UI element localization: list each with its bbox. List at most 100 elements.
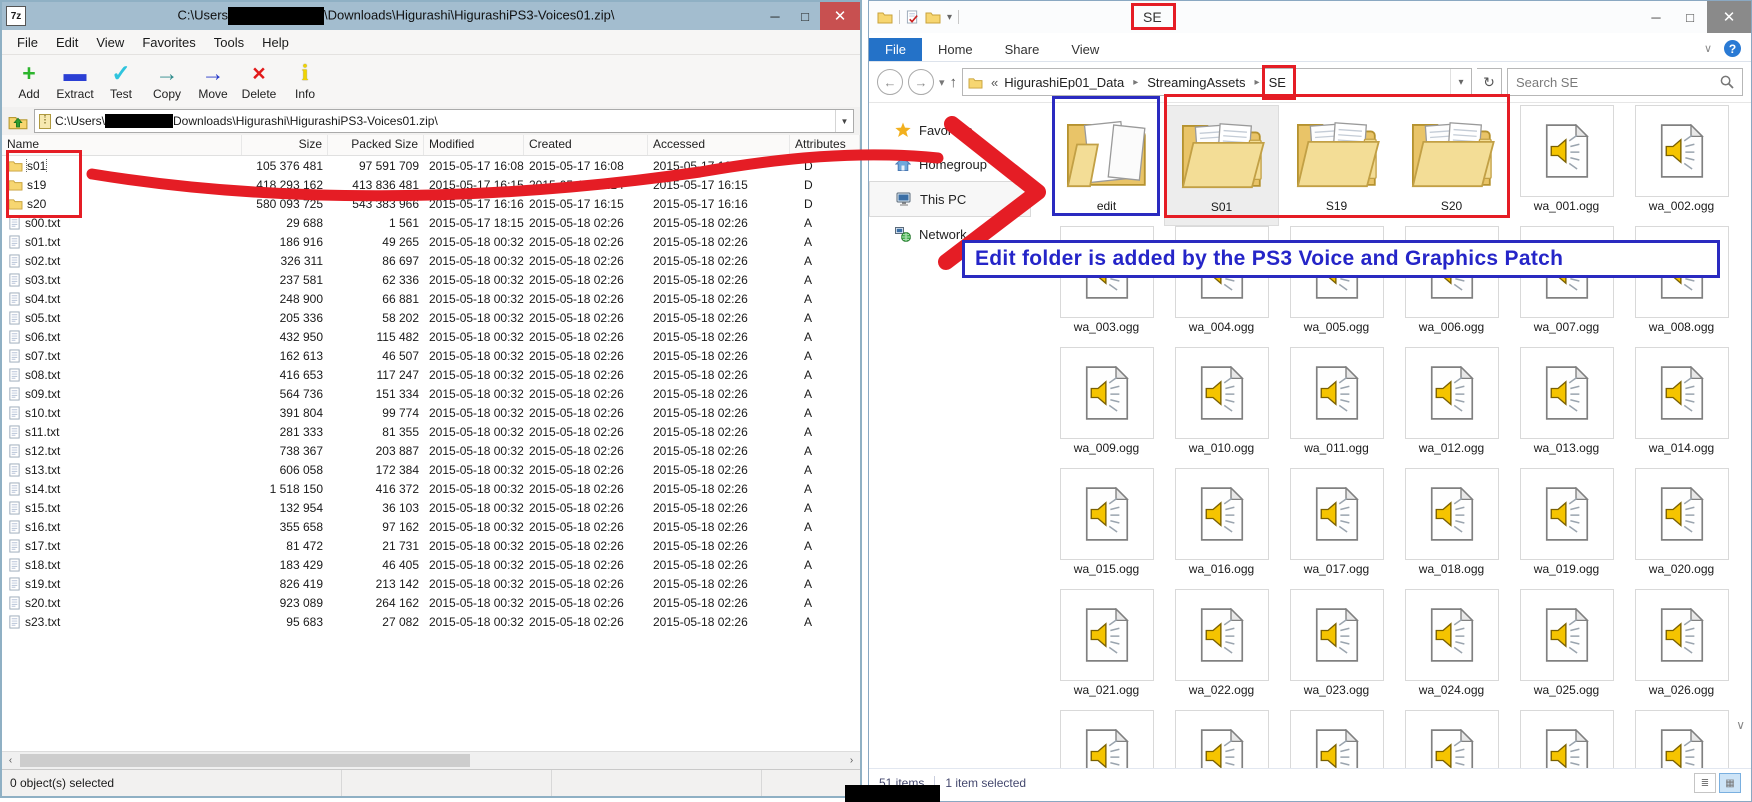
qat-dropdown-icon[interactable]: ▾ bbox=[947, 12, 952, 23]
file-item[interactable]: wa_023.ogg bbox=[1279, 589, 1394, 710]
menu-item[interactable]: Favorites bbox=[133, 35, 204, 50]
sidebar-item[interactable]: Homegroup bbox=[869, 147, 1039, 181]
address-combobox[interactable]: C:\Users\Downloads\Higurashi\HigurashiPS… bbox=[34, 109, 854, 133]
table-row[interactable]: s06.txt 432 950 115 482 2015-05-18 00:32… bbox=[2, 327, 860, 346]
table-row[interactable]: s08.txt 416 653 117 247 2015-05-18 00:32… bbox=[2, 365, 860, 384]
back-button[interactable]: ← bbox=[877, 69, 903, 95]
column-header-created[interactable]: Created bbox=[524, 135, 648, 155]
icons-view-button[interactable]: ▦ bbox=[1719, 773, 1741, 793]
folder-icon[interactable] bbox=[877, 10, 893, 24]
table-row[interactable]: s01 105 376 481 97 591 709 2015-05-17 16… bbox=[2, 156, 860, 175]
breadcrumb-item[interactable]: SE bbox=[1267, 75, 1288, 90]
explorer-titlebar[interactable]: ▾ SE ─ □ ✕ bbox=[869, 1, 1751, 33]
maximize-button[interactable]: □ bbox=[790, 2, 820, 30]
file-item[interactable]: wa_017.ogg bbox=[1279, 468, 1394, 589]
menu-item[interactable]: Tools bbox=[205, 35, 253, 50]
menu-item[interactable]: View bbox=[87, 35, 133, 50]
file-item[interactable] bbox=[1279, 710, 1394, 768]
table-row[interactable]: s14.txt 1 518 150 416 372 2015-05-18 00:… bbox=[2, 479, 860, 498]
file-item[interactable] bbox=[1049, 710, 1164, 768]
file-item[interactable]: wa_009.ogg bbox=[1049, 347, 1164, 468]
column-header-attributes[interactable]: Attributes bbox=[790, 135, 860, 155]
forward-button[interactable]: → bbox=[908, 69, 934, 95]
minimize-button[interactable]: ─ bbox=[760, 2, 790, 30]
sevenzip-titlebar[interactable]: 7z C:\Users\Downloads\Higurashi\Higurash… bbox=[2, 2, 860, 30]
file-item[interactable]: wa_021.ogg bbox=[1049, 589, 1164, 710]
table-row[interactable]: s00.txt 29 688 1 561 2015-05-17 18:15 20… bbox=[2, 213, 860, 232]
table-row[interactable]: s01.txt 186 916 49 265 2015-05-18 00:32 … bbox=[2, 232, 860, 251]
menu-item[interactable]: File bbox=[8, 35, 47, 50]
breadcrumb-item[interactable]: HigurashiEp01_Data bbox=[1002, 75, 1126, 90]
table-row[interactable]: s23.txt 95 683 27 082 2015-05-18 00:32 2… bbox=[2, 612, 860, 631]
toolbar-button[interactable]: + Add bbox=[6, 61, 52, 101]
horizontal-scrollbar[interactable]: ‹ › bbox=[2, 751, 860, 769]
recent-locations-icon[interactable]: ▾ bbox=[939, 76, 945, 89]
toolbar-button[interactable]: × Delete bbox=[236, 61, 282, 101]
table-row[interactable]: s11.txt 281 333 81 355 2015-05-18 00:32 … bbox=[2, 422, 860, 441]
ribbon-tab[interactable]: View bbox=[1055, 38, 1115, 61]
file-item[interactable] bbox=[1164, 710, 1279, 768]
table-row[interactable]: s09.txt 564 736 151 334 2015-05-18 00:32… bbox=[2, 384, 860, 403]
file-item[interactable]: wa_015.ogg bbox=[1049, 468, 1164, 589]
file-item[interactable]: wa_022.ogg bbox=[1164, 589, 1279, 710]
ribbon-tab[interactable]: File bbox=[869, 38, 922, 61]
file-item[interactable]: wa_024.ogg bbox=[1394, 589, 1509, 710]
toolbar-button[interactable]: ✓ Test bbox=[98, 61, 144, 101]
search-input[interactable]: Search SE bbox=[1507, 68, 1743, 96]
file-item[interactable]: wa_016.ogg bbox=[1164, 468, 1279, 589]
scroll-down-icon[interactable]: ∨ bbox=[1736, 718, 1745, 732]
sidebar-item[interactable]: This PC bbox=[869, 181, 1031, 217]
minimize-button[interactable]: ─ bbox=[1639, 1, 1673, 33]
scrollbar-thumb[interactable] bbox=[20, 754, 470, 767]
address-dropdown-caret[interactable]: ▾ bbox=[1450, 69, 1471, 95]
breadcrumb-item[interactable]: StreamingAssets bbox=[1145, 75, 1247, 90]
toolbar-button[interactable]: ▬ Extract bbox=[52, 61, 98, 101]
up-folder-icon[interactable] bbox=[8, 113, 28, 130]
column-header-modified[interactable]: Modified bbox=[424, 135, 524, 155]
ribbon-collapse-icon[interactable]: ∨ bbox=[1704, 42, 1712, 55]
table-row[interactable]: s04.txt 248 900 66 881 2015-05-18 00:32 … bbox=[2, 289, 860, 308]
table-row[interactable]: s02.txt 326 311 86 697 2015-05-18 00:32 … bbox=[2, 251, 860, 270]
column-header-size[interactable]: Size bbox=[242, 135, 328, 155]
help-icon[interactable]: ? bbox=[1724, 40, 1741, 57]
file-item[interactable]: wa_014.ogg bbox=[1624, 347, 1739, 468]
toolbar-button[interactable]: → Move bbox=[190, 61, 236, 101]
search-icon[interactable] bbox=[1720, 75, 1734, 89]
table-row[interactable]: s07.txt 162 613 46 507 2015-05-18 00:32 … bbox=[2, 346, 860, 365]
menu-item[interactable]: Help bbox=[253, 35, 298, 50]
table-row[interactable]: s20 580 093 725 543 383 966 2015-05-17 1… bbox=[2, 194, 860, 213]
new-folder-icon[interactable] bbox=[925, 10, 941, 24]
file-item[interactable]: wa_020.ogg bbox=[1624, 468, 1739, 589]
table-row[interactable]: s03.txt 237 581 62 336 2015-05-18 00:32 … bbox=[2, 270, 860, 289]
column-header-accessed[interactable]: Accessed bbox=[648, 135, 790, 155]
file-item[interactable]: wa_012.ogg bbox=[1394, 347, 1509, 468]
scroll-right-arrow[interactable]: › bbox=[843, 752, 860, 769]
file-item[interactable]: wa_025.ogg bbox=[1509, 589, 1624, 710]
toolbar-button[interactable]: → Copy bbox=[144, 61, 190, 101]
table-row[interactable]: s18.txt 183 429 46 405 2015-05-18 00:32 … bbox=[2, 555, 860, 574]
breadcrumb-overflow[interactable]: « bbox=[985, 75, 1002, 90]
file-item[interactable]: wa_011.ogg bbox=[1279, 347, 1394, 468]
file-item[interactable]: wa_002.ogg bbox=[1624, 105, 1739, 226]
file-item[interactable]: wa_026.ogg bbox=[1624, 589, 1739, 710]
file-item[interactable] bbox=[1624, 710, 1739, 768]
table-row[interactable]: s20.txt 923 089 264 162 2015-05-18 00:32… bbox=[2, 593, 860, 612]
details-view-button[interactable]: ≣ bbox=[1694, 773, 1716, 793]
table-row[interactable]: s12.txt 738 367 203 887 2015-05-18 00:32… bbox=[2, 441, 860, 460]
table-row[interactable]: s13.txt 606 058 172 384 2015-05-18 00:32… bbox=[2, 460, 860, 479]
close-button[interactable]: ✕ bbox=[820, 2, 860, 30]
up-button[interactable]: ↑ bbox=[950, 74, 958, 91]
refresh-icon[interactable]: ↻ bbox=[1477, 68, 1502, 96]
file-item[interactable]: wa_010.ogg bbox=[1164, 347, 1279, 468]
address-bar[interactable]: « ▸HigurashiEp01_Data▸StreamingAssets▸SE… bbox=[962, 68, 1472, 96]
file-item[interactable]: wa_019.ogg bbox=[1509, 468, 1624, 589]
table-row[interactable]: s17.txt 81 472 21 731 2015-05-18 00:32 2… bbox=[2, 536, 860, 555]
properties-icon[interactable] bbox=[906, 10, 919, 24]
ribbon-tab[interactable]: Share bbox=[989, 38, 1056, 61]
file-item[interactable] bbox=[1394, 710, 1509, 768]
column-header-packed[interactable]: Packed Size bbox=[328, 135, 424, 155]
table-row[interactable]: s15.txt 132 954 36 103 2015-05-18 00:32 … bbox=[2, 498, 860, 517]
file-item[interactable] bbox=[1509, 710, 1624, 768]
maximize-button[interactable]: □ bbox=[1673, 1, 1707, 33]
table-row[interactable]: s19 418 293 162 413 836 481 2015-05-17 1… bbox=[2, 175, 860, 194]
